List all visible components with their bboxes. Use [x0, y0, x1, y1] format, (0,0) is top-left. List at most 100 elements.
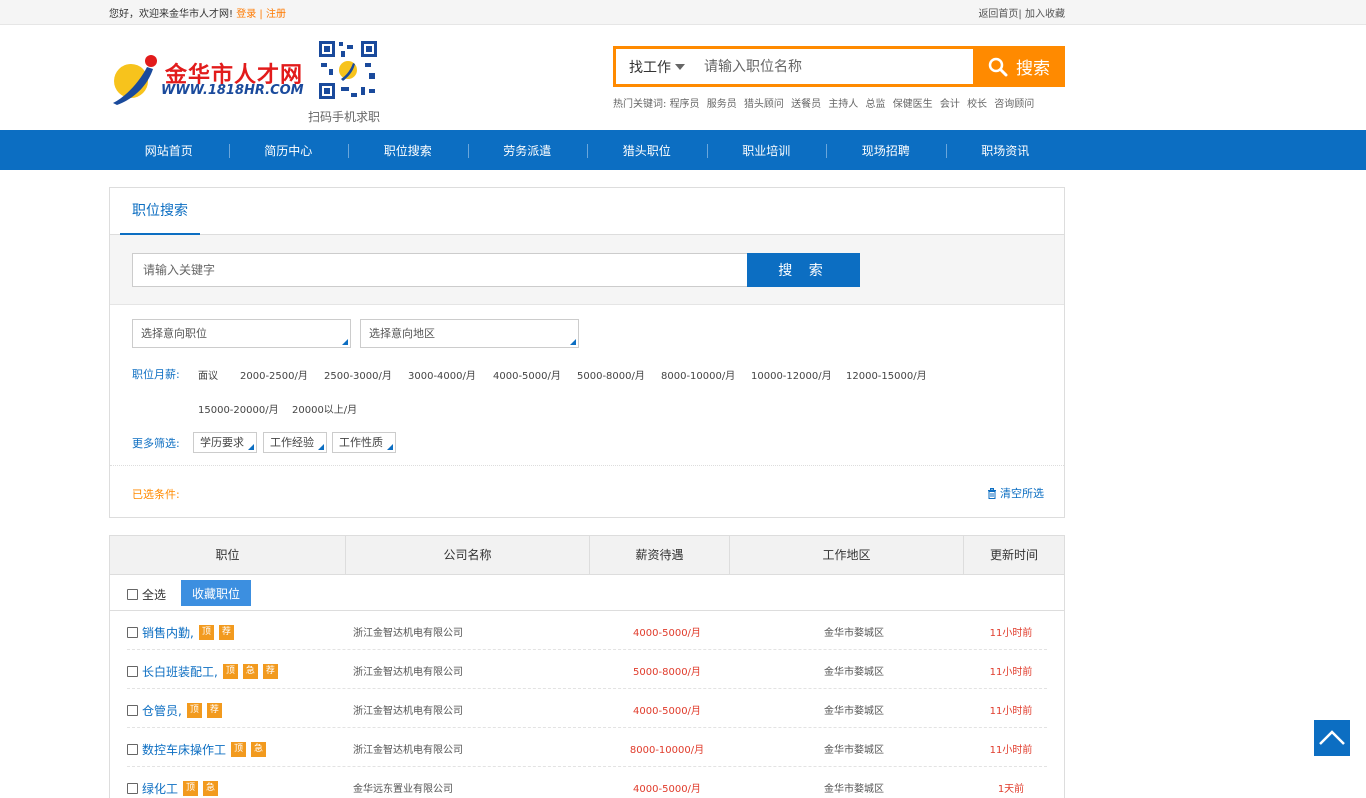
main-search-button[interactable]: 搜索	[973, 46, 1065, 87]
checkbox[interactable]	[127, 589, 138, 600]
company-link[interactable]: 浙江金智达机电有限公司	[353, 663, 463, 678]
job-title-link[interactable]: 数控车床操作工	[142, 741, 226, 758]
area-value: 金华市婺城区	[824, 745, 884, 756]
area-select[interactable]: 选择意向地区	[360, 319, 579, 348]
hot-keywords: 热门关键词: 程序员 服务员 猎头顾问 送餐员 主持人 总监 保健医生 会计 校…	[613, 95, 1038, 110]
job-title-link[interactable]: 绿化工	[142, 780, 178, 797]
experience-filter[interactable]: 工作经验	[263, 432, 327, 453]
company-link[interactable]: 金华远东置业有限公司	[353, 780, 453, 795]
tab-job-search[interactable]: 职位搜索	[120, 188, 200, 235]
nav-job-fair[interactable]: 现场招聘	[826, 142, 946, 159]
job-results-table: 职位 公司名称 薪资待遇 工作地区 更新时间 全选 收藏职位 销售内勤, 顶 荐…	[109, 535, 1065, 798]
salary-value: 8000-10000/月	[629, 745, 705, 756]
row-checkbox[interactable]	[127, 744, 138, 755]
hot-keyword[interactable]: 程序员	[670, 99, 700, 110]
company-link[interactable]: 浙江金智达机电有限公司	[353, 624, 463, 639]
add-favorite-link[interactable]: 加入收藏	[1025, 9, 1065, 20]
selected-conditions-label: 已选条件:	[132, 488, 180, 501]
salary-option[interactable]: 10000-12000/月	[751, 367, 832, 382]
salary-label: 职位月薪:	[132, 368, 180, 381]
column-header-salary: 薪资待遇	[590, 536, 730, 574]
nav-resume-center[interactable]: 简历中心	[228, 142, 349, 159]
row-checkbox[interactable]	[127, 627, 138, 638]
position-select[interactable]: 选择意向职位	[132, 319, 351, 348]
home-link[interactable]: 返回首页|	[978, 9, 1021, 20]
clear-selection-label: 清空所选	[1000, 487, 1044, 500]
update-time: 11小时前	[989, 667, 1033, 678]
job-title-link[interactable]: 长白班装配工,	[142, 663, 218, 680]
company-link[interactable]: 浙江金智达机电有限公司	[353, 702, 463, 717]
area-value: 金华市婺城区	[824, 784, 884, 795]
job-cell: 绿化工 顶 急	[127, 780, 219, 797]
filters: 选择意向职位 选择意向地区 职位月薪: 面议 2000-2500/月 2500-…	[110, 305, 1064, 517]
site-logo[interactable]: 金华市人才网 WWW.1818HR.COM	[109, 51, 304, 107]
nav-training[interactable]: 职业培训	[706, 142, 827, 159]
hot-keyword[interactable]: 保健医生	[893, 99, 933, 110]
keyword-input[interactable]	[132, 253, 748, 287]
job-type-filter[interactable]: 工作性质	[332, 432, 396, 453]
badge-recommend: 荐	[206, 703, 222, 718]
nav-career-news[interactable]: 职场资讯	[945, 142, 1066, 159]
corner-triangle-icon	[570, 339, 576, 345]
table-row: 绿化工 顶 急 金华远东置业有限公司 4000-5000/月 金华市婺城区 1天…	[127, 767, 1047, 798]
hot-keyword[interactable]: 送餐员	[791, 99, 821, 110]
row-checkbox[interactable]	[127, 783, 138, 794]
hot-keyword[interactable]: 校长	[967, 99, 987, 110]
job-cell: 长白班装配工, 顶 急 荐	[127, 663, 278, 680]
experience-filter-label: 工作经验	[270, 436, 314, 449]
search-type-dropdown[interactable]: 找工作	[616, 49, 698, 84]
nav-job-search[interactable]: 职位搜索	[348, 142, 468, 159]
company-link[interactable]: 浙江金智达机电有限公司	[353, 741, 463, 756]
area-value: 金华市婺城区	[824, 706, 884, 717]
salary-option[interactable]: 20000以上/月	[292, 401, 357, 416]
salary-option[interactable]: 3000-4000/月	[408, 367, 476, 382]
salary-option[interactable]: 12000-15000/月	[846, 367, 927, 382]
select-all-checkbox[interactable]: 全选	[127, 586, 166, 603]
back-to-top-button[interactable]	[1314, 720, 1350, 756]
favorite-jobs-button[interactable]: 收藏职位	[181, 580, 251, 606]
hot-keyword[interactable]: 咨询顾问	[994, 99, 1034, 110]
hot-keywords-label: 热门关键词:	[613, 99, 667, 110]
job-search-input[interactable]	[698, 49, 973, 84]
badge-top: 顶	[186, 703, 202, 718]
update-time: 1天前	[997, 784, 1025, 795]
hot-keyword[interactable]: 会计	[940, 99, 960, 110]
more-filters-label: 更多筛选:	[132, 437, 180, 450]
login-link[interactable]: 登录	[236, 9, 256, 20]
job-search-panel: 职位搜索 搜 索 选择意向职位 选择意向地区 职位月薪: 面议 2000-250…	[109, 187, 1065, 518]
qr-caption: 扫码手机求职	[308, 110, 381, 124]
keyword-search-button[interactable]: 搜 索	[747, 253, 860, 287]
qr-code-icon	[317, 39, 379, 101]
badge-top: 顶	[198, 625, 214, 640]
salary-option[interactable]: 8000-10000/月	[661, 367, 735, 382]
column-header-position: 职位	[110, 536, 346, 574]
salary-option[interactable]: 面议	[198, 367, 218, 382]
salary-option[interactable]: 15000-20000/月	[198, 401, 279, 416]
hot-keyword[interactable]: 猎头顾问	[744, 99, 784, 110]
corner-triangle-icon	[318, 444, 324, 450]
register-link[interactable]: 注册	[266, 9, 286, 20]
main-nav: 网站首页 简历中心 职位搜索 劳务派遣 猎头职位 职业培训 现场招聘 职场资讯	[0, 130, 1366, 170]
badge-recommend: 荐	[262, 664, 278, 679]
row-checkbox[interactable]	[127, 705, 138, 716]
salary-option[interactable]: 2500-3000/月	[324, 367, 392, 382]
hot-keyword[interactable]: 总监	[866, 99, 886, 110]
nav-labor-dispatch[interactable]: 劳务派遣	[467, 142, 588, 159]
job-title-link[interactable]: 销售内勤,	[142, 624, 194, 641]
hot-keyword[interactable]: 主持人	[828, 99, 858, 110]
job-title-link[interactable]: 仓管员,	[142, 702, 182, 719]
nav-headhunter-jobs[interactable]: 猎头职位	[587, 142, 707, 159]
main-search-button-label: 搜索	[1016, 59, 1050, 79]
salary-option[interactable]: 4000-5000/月	[493, 367, 561, 382]
hot-keyword[interactable]: 服务员	[707, 99, 737, 110]
salary-option[interactable]: 2000-2500/月	[240, 367, 308, 382]
badge-urgent: 急	[251, 742, 267, 757]
top-bar: 您好，欢迎来金华市人才网! 登录 | 注册 返回首页| 加入收藏	[0, 0, 1366, 25]
clear-selection-button[interactable]: 清空所选	[987, 485, 1044, 501]
area-value: 金华市婺城区	[824, 667, 884, 678]
column-header-company: 公司名称	[346, 536, 590, 574]
salary-option[interactable]: 5000-8000/月	[577, 367, 645, 382]
education-filter[interactable]: 学历要求	[193, 432, 257, 453]
row-checkbox[interactable]	[127, 666, 138, 677]
nav-home[interactable]: 网站首页	[109, 142, 229, 159]
